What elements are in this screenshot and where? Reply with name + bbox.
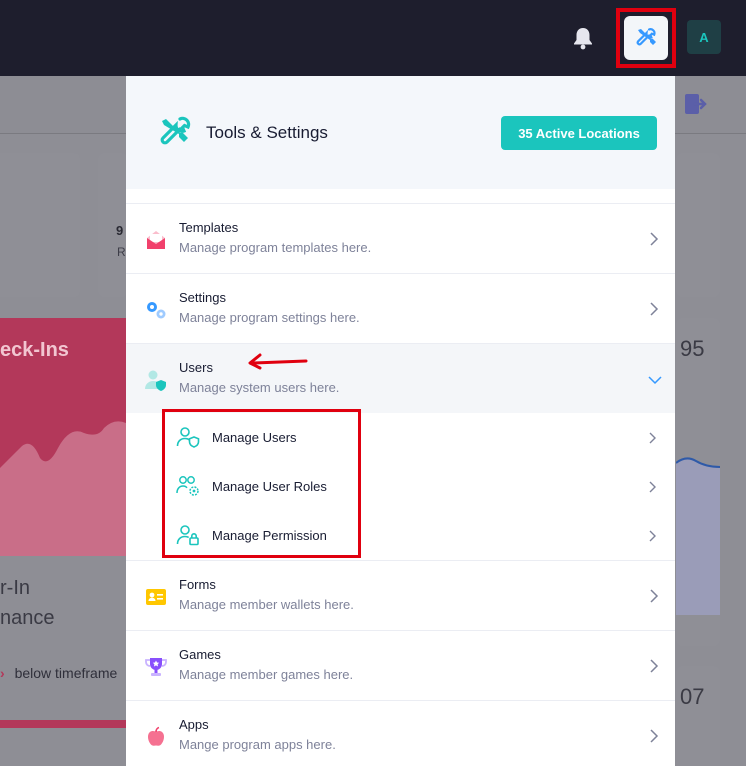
area-chart [676,457,720,615]
below-timeframe-label: › below timeframe [0,665,118,681]
dropdown-header: Tools & Settings 35 Active Locations [126,76,675,189]
stat-card [676,666,720,766]
menu-item-apps[interactable]: Apps Mange program apps here. [126,700,675,766]
tools-icon [636,28,656,46]
top-navbar: A [0,0,746,76]
menu-item-templates[interactable]: Templates Manage program templates here. [126,203,675,273]
menu-item-description: Manage member games here. [179,667,354,682]
checkins-title: eck-Ins [0,339,69,361]
user-avatar[interactable]: A [687,20,721,54]
menu-item-title: Forms [179,577,216,592]
menu-item-description: Manage member wallets here. [179,597,354,612]
chevron-right-icon [650,729,659,743]
stat-label: R [117,245,126,259]
chart-value: 95 [680,336,705,361]
tools-settings-button[interactable] [624,16,668,60]
chevron-right-icon [650,589,659,603]
arrow-left-icon [248,353,308,370]
apple-icon [147,726,165,746]
export-icon[interactable] [683,92,707,116]
chevron-down-icon [648,376,662,385]
chevron-right-icon [649,432,656,444]
bell-icon[interactable] [572,26,594,50]
stat-value: 07 [680,684,705,709]
active-locations-badge[interactable]: 35 Active Locations [501,116,657,150]
menu-item-title: Apps [179,717,209,732]
menu-item-description: Manage program templates here. [179,240,372,255]
submenu-highlight-box [162,409,361,558]
menu-item-games[interactable]: Games Manage member games here. [126,630,675,700]
menu-item-title: Users [179,360,213,375]
trophy-icon [145,658,167,676]
menu-item-description: Manage system users here. [179,380,340,395]
stat-card [0,153,80,297]
chevron-right-icon [650,232,659,246]
envelope-icon [147,231,165,249]
progress-bar [0,720,126,728]
chevron-right-icon [649,530,656,542]
tools-icon [160,116,191,145]
menu-item-title: Templates [179,220,239,235]
performance-title: r-In [0,577,30,599]
stat-value: 9 [116,223,124,238]
gears-icon [147,302,166,319]
menu-item-title: Games [179,647,221,662]
menu-item-description: Mange program apps here. [179,737,336,752]
chevron-right-icon [650,302,659,316]
chevron-right-icon [649,481,656,493]
id-card-icon [146,589,166,605]
menu-item-description: Manage program settings here. [179,310,360,325]
menu-item-forms[interactable]: Forms Manage member wallets here. [126,560,675,630]
status-dot-icon: › [0,665,5,681]
chevron-right-icon [650,659,659,673]
menu-item-settings[interactable]: Settings Manage program settings here. [126,273,675,343]
performance-title: nance [0,607,55,629]
user-shield-icon [145,370,166,391]
menu-item-title: Settings [179,290,226,305]
dropdown-title: Tools & Settings [206,123,328,142]
menu-item-users[interactable]: Users Manage system users here. [126,343,675,413]
stat-card [98,153,128,297]
stat-card [676,153,720,297]
